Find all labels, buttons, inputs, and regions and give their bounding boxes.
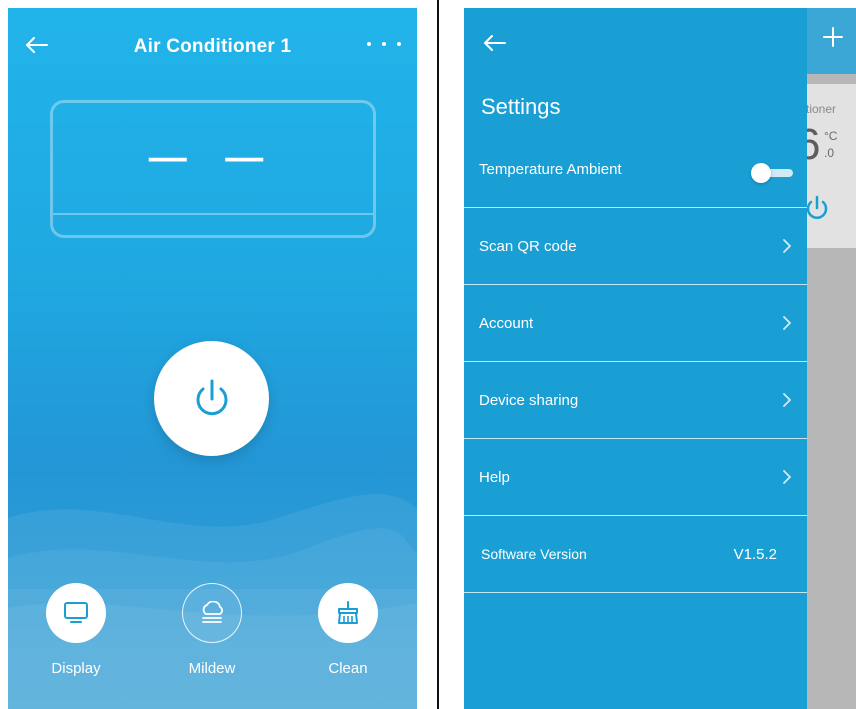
settings-item-device-sharing[interactable]: Device sharing bbox=[464, 362, 807, 439]
add-device-button[interactable] bbox=[818, 22, 848, 52]
chevron-right-icon bbox=[783, 316, 791, 330]
top-bar: Air Conditioner 1 bbox=[8, 8, 417, 80]
settings-screen: tioner 6 °C .0 Settings Temperature Ambi… bbox=[464, 8, 856, 709]
brush-clean-icon bbox=[338, 601, 358, 624]
temperature-ambient-toggle[interactable] bbox=[751, 161, 797, 185]
settings-item-label: Help bbox=[479, 469, 510, 486]
mildew-button[interactable] bbox=[182, 583, 242, 643]
chevron-right-icon bbox=[783, 470, 791, 484]
power-button[interactable] bbox=[154, 341, 269, 456]
monitor-icon bbox=[64, 602, 88, 623]
page-title: Air Conditioner 1 bbox=[133, 36, 292, 57]
power-icon bbox=[806, 195, 828, 219]
device-card-power[interactable] bbox=[804, 194, 830, 227]
temperature-readout: — — bbox=[148, 137, 278, 179]
chevron-right-icon bbox=[783, 393, 791, 407]
settings-item-help[interactable]: Help bbox=[464, 439, 807, 516]
settings-item-software-version: Software Version V1.5.2 bbox=[464, 516, 807, 593]
cloud-mildew-icon bbox=[202, 601, 223, 623]
settings-title: Settings bbox=[481, 94, 561, 119]
clean-label: Clean bbox=[328, 660, 368, 677]
plus-icon bbox=[823, 27, 843, 47]
dot-icon bbox=[382, 42, 386, 46]
settings-item-label: Software Version bbox=[481, 546, 587, 562]
settings-item-label: Scan QR code bbox=[479, 238, 577, 255]
settings-item-label: Temperature Ambient bbox=[479, 161, 622, 178]
ac-unit-display: — — bbox=[50, 100, 376, 238]
software-version-value: V1.5.2 bbox=[733, 546, 777, 563]
dot-icon bbox=[397, 42, 401, 46]
unit-text: °C bbox=[824, 129, 838, 143]
power-icon bbox=[196, 379, 227, 415]
ac-vent-line bbox=[53, 213, 373, 215]
more-options-button[interactable] bbox=[367, 36, 401, 52]
back-button[interactable] bbox=[480, 28, 510, 58]
screenshot-pair: Air Conditioner 1 — — Display Mildew Cle… bbox=[0, 0, 856, 709]
settings-item-account[interactable]: Account bbox=[464, 285, 807, 362]
settings-item-scan-qr[interactable]: Scan QR code bbox=[464, 208, 807, 285]
panel-divider bbox=[437, 0, 439, 709]
decimal-text: .0 bbox=[824, 146, 835, 160]
display-button[interactable] bbox=[46, 583, 106, 643]
settings-item-label: Device sharing bbox=[479, 392, 579, 409]
ac-control-screen: Air Conditioner 1 — — Display Mildew Cle… bbox=[8, 8, 417, 709]
settings-drawer: Settings Temperature Ambient Scan QR cod… bbox=[464, 8, 807, 709]
device-card-unit: °C .0 bbox=[824, 128, 837, 162]
toggle-knob bbox=[751, 163, 771, 183]
settings-item-label: Account bbox=[479, 315, 534, 332]
mildew-label: Mildew bbox=[188, 660, 236, 677]
device-card-name: tioner bbox=[806, 102, 837, 116]
clean-button[interactable] bbox=[318, 583, 378, 643]
dot-icon bbox=[367, 42, 371, 46]
back-arrow-icon bbox=[484, 35, 506, 51]
display-label: Display bbox=[51, 660, 101, 677]
chevron-right-icon bbox=[783, 239, 791, 253]
